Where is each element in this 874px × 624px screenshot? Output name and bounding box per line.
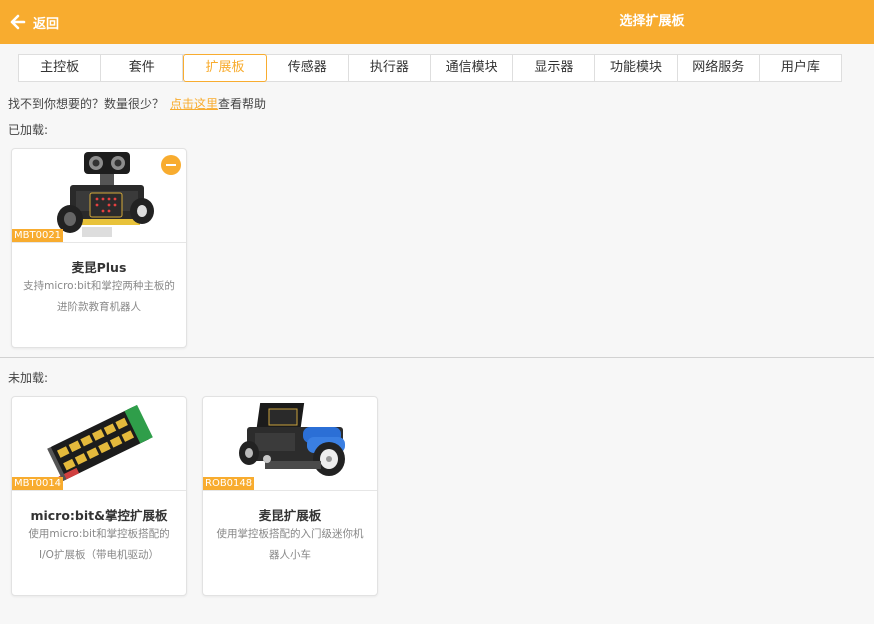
tab-function-module[interactable]: 功能模块: [595, 55, 678, 81]
tab-expansion-board[interactable]: 扩展板: [183, 54, 267, 82]
unloaded-section-label: 未加载:: [8, 371, 49, 385]
tab-communication[interactable]: 通信模块: [431, 55, 514, 81]
minus-circle-icon[interactable]: [161, 155, 181, 175]
left-arrow-icon: [10, 14, 26, 30]
help-link[interactable]: 点击这里: [170, 97, 218, 111]
sku-badge: MBT0014: [12, 477, 64, 490]
card-description: 使用micro:bit和掌控板搭配的I/O扩展板（带电机驱动）: [28, 528, 170, 561]
sku-badge: MBT0021: [12, 229, 64, 242]
tab-main-board[interactable]: 主控板: [19, 55, 102, 81]
back-label: 返回: [33, 16, 60, 32]
page-title: 选择扩展板: [619, 14, 685, 29]
section-divider: [0, 357, 874, 358]
card-description: 使用掌控板搭配的入门级迷你机器人小车: [216, 528, 364, 561]
sku-badge: ROB0148: [203, 477, 255, 490]
extension-card[interactable]: ROB0148 麦昆扩展板 使用掌控板搭配的入门级迷你机器人小车: [202, 396, 378, 596]
tab-kit[interactable]: 套件: [101, 55, 184, 81]
card-title: 麦昆Plus: [71, 260, 127, 275]
card-title: micro:bit&掌控扩展板: [30, 508, 168, 523]
help-line: 找不到你想要的？数量很少？ 点击这里查看帮助: [8, 95, 266, 112]
tab-display[interactable]: 显示器: [513, 55, 596, 81]
card-description: 支持micro:bit和掌控两种主板的进阶款教育机器人: [23, 280, 175, 313]
top-bar: 返回 选择扩展板: [0, 0, 874, 44]
tab-actuator[interactable]: 执行器: [349, 55, 432, 81]
extension-card[interactable]: MBT0014 micro:bit&掌控扩展板 使用micro:bit和掌控板搭…: [11, 396, 187, 596]
tab-user-library[interactable]: 用户库: [760, 55, 841, 81]
help-suffix: 查看帮助: [218, 97, 267, 111]
extension-card[interactable]: MBT0021 麦昆Plus 支持micro:bit和掌控两种主板的进阶款教育机…: [11, 148, 187, 348]
tab-sensor[interactable]: 传感器: [267, 55, 349, 81]
loaded-section-label: 已加载:: [8, 123, 49, 137]
back-button[interactable]: 返回: [10, 0, 59, 44]
help-prefix: 找不到你想要的？数量很少？: [8, 97, 165, 111]
tab-network-service[interactable]: 网络服务: [678, 55, 760, 81]
category-tabs: 主控板 套件 扩展板 传感器 执行器 通信模块 显示器 功能模块 网络服务 用户…: [18, 54, 842, 82]
card-title: 麦昆扩展板: [258, 508, 322, 523]
